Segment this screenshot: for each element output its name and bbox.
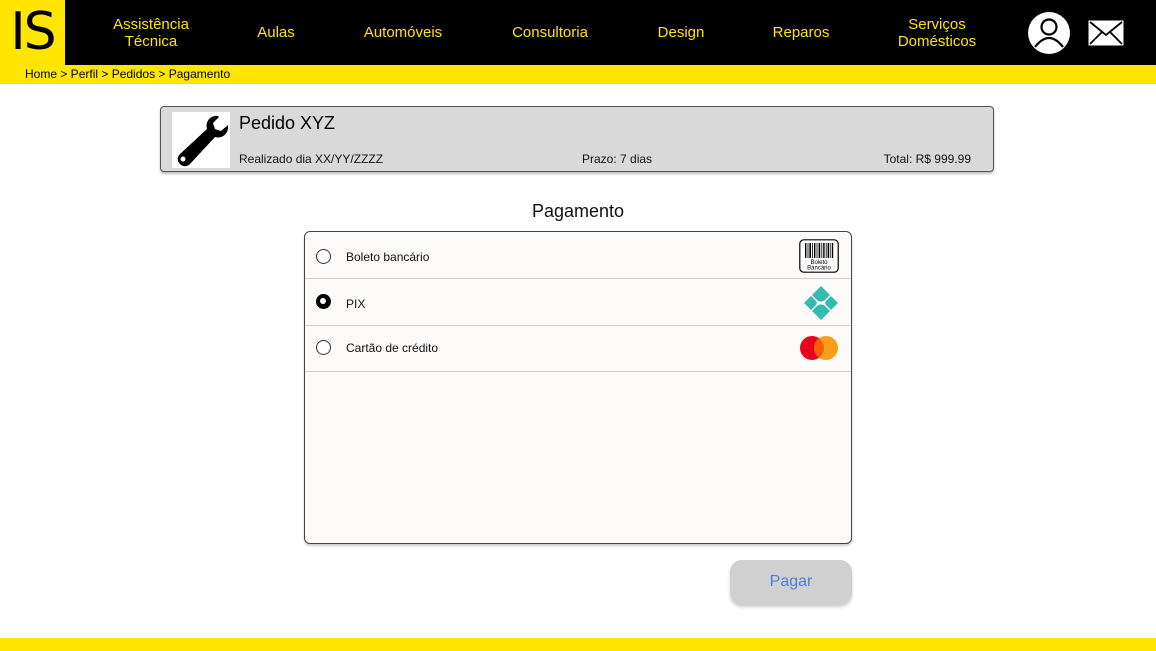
order-thumbnail <box>172 112 230 168</box>
payment-option-label: PIX <box>346 297 366 311</box>
nav-label-line2: Técnica <box>124 32 178 50</box>
breadcrumb-bar: Home > Perfil > Pedidos > Pagamento <box>0 65 1156 84</box>
payment-options-box: Boleto bancário Boleto Bancário PIX Cart… <box>304 231 852 544</box>
user-icon[interactable] <box>1027 11 1071 55</box>
nav-consultoria[interactable]: Consultoria <box>500 0 600 65</box>
boleto-icon-text-2: Bancário <box>807 266 831 272</box>
order-deadline: Prazo: 7 dias <box>582 152 653 166</box>
order-total: Total: R$ 999.99 <box>883 152 971 166</box>
nav-reparos[interactable]: Reparos <box>762 0 840 65</box>
nav-label: Reparos <box>772 24 830 41</box>
boleto-icon: Boleto Bancário <box>799 239 839 273</box>
radio-cartao[interactable] <box>316 340 331 355</box>
payment-heading: Pagamento <box>531 201 625 221</box>
pix-icon <box>804 286 838 320</box>
radio-pix[interactable] <box>316 294 331 309</box>
payment-option-cartao[interactable]: Cartão de crédito <box>305 326 851 372</box>
footer-bar <box>0 638 1156 651</box>
breadcrumb[interactable]: Home > Perfil > Pedidos > Pagamento <box>25 67 230 81</box>
nav-aulas[interactable]: Aulas <box>240 0 312 65</box>
mail-icon[interactable] <box>1088 20 1124 46</box>
nav-assistencia-tecnica[interactable]: Assistência Técnica <box>100 0 202 65</box>
nav-label: Aulas <box>257 24 295 41</box>
order-card: Pedido XYZ Realizado dia XX/YY/ZZZZ Praz… <box>160 106 994 172</box>
top-navbar: IS Assistência Técnica Aulas Automóveis C… <box>0 0 1156 65</box>
payment-option-boleto[interactable]: Boleto bancário Boleto Bancário <box>305 232 851 279</box>
order-title: Pedido XYZ <box>239 113 336 133</box>
wrench-icon <box>177 115 229 167</box>
mastercard-icon <box>800 336 838 360</box>
nav-label-line1: Serviços <box>908 15 966 33</box>
nav-label-line2: Domésticos <box>897 32 977 50</box>
nav-label: Automóveis <box>363 24 443 41</box>
nav-design[interactable]: Design <box>645 0 717 65</box>
nav-label-line1: Assistência <box>113 15 189 33</box>
payment-option-label: Boleto bancário <box>346 250 430 264</box>
nav-servicos-domesticos[interactable]: Serviços Domésticos <box>884 0 990 65</box>
nav-automoveis[interactable]: Automóveis <box>350 0 456 65</box>
order-date: Realizado dia XX/YY/ZZZZ <box>239 152 384 166</box>
nav-label: Consultoria <box>512 24 588 41</box>
nav-label: Design <box>657 24 705 41</box>
pay-button[interactable]: Pagar <box>730 560 852 604</box>
site-logo[interactable]: IS <box>0 0 65 65</box>
payment-option-pix[interactable]: PIX <box>305 279 851 326</box>
radio-boleto[interactable] <box>316 249 331 264</box>
payment-option-label: Cartão de crédito <box>346 341 439 355</box>
